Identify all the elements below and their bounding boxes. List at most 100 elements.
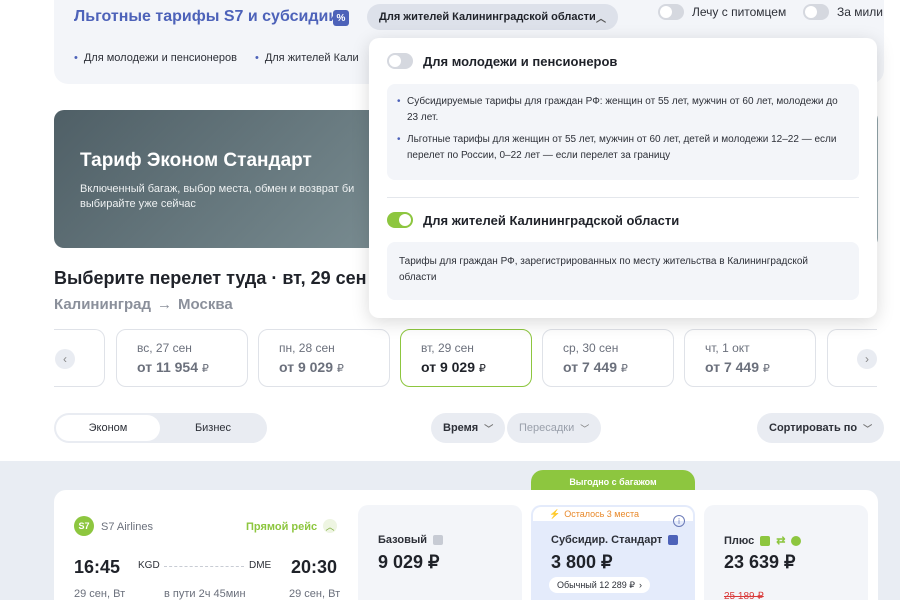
subsidy-links: Для молодежи и пенсионеров Для жителей К… bbox=[74, 52, 359, 64]
route-cities: Калининград → Москва bbox=[54, 296, 233, 313]
chevron-up-icon[interactable]: ︿ bbox=[323, 519, 337, 533]
arrival-time: 20:30 bbox=[291, 557, 338, 577]
direct-flight-label[interactable]: Прямой рейс bbox=[246, 521, 317, 533]
date-card[interactable]: вс, 27 сен от 11 954 ₽ bbox=[116, 329, 248, 387]
currency: ₽ bbox=[336, 363, 344, 375]
seats-left-text: Осталось 3 места bbox=[564, 509, 640, 519]
sort-dropdown[interactable]: Сортировать по ﹀ bbox=[757, 413, 885, 443]
departure-time: 16:45 bbox=[74, 557, 121, 577]
info-icon[interactable]: i bbox=[673, 515, 685, 527]
kaliningrad-description: Тарифы для граждан РФ, зарегистрированны… bbox=[387, 242, 859, 300]
fare-plus[interactable]: Плюс ⇄ 23 639 ₽ 25 189 ₽ bbox=[704, 505, 868, 600]
pet-toggle-switch[interactable] bbox=[658, 4, 684, 20]
fare-subsidized[interactable]: ⚡ Осталось 3 места i Субсидир. Стандарт … bbox=[531, 505, 695, 600]
youth-option[interactable]: Для молодежи и пенсионеров bbox=[387, 53, 617, 69]
date-card-selected[interactable]: вт, 29 сен от 9 029 ₽ bbox=[400, 329, 532, 387]
departure-date: 29 сен, Вт bbox=[74, 588, 126, 600]
seats-left-badge: ⚡ Осталось 3 места bbox=[533, 507, 693, 521]
kaliningrad-title: Для жителей Калининградской области bbox=[423, 212, 680, 228]
kaliningrad-option[interactable]: Для жителей Калининградской области bbox=[387, 212, 679, 228]
region-dropdown-label: Для жителей Калининградской области bbox=[379, 11, 596, 23]
s7-logo-icon: S7 bbox=[74, 516, 94, 536]
fare-plus-old-price: 25 189 ₽ bbox=[724, 591, 764, 600]
transfers-filter[interactable]: Пересадки ﹀ bbox=[507, 413, 602, 443]
date-label: вт, 29 сен bbox=[421, 341, 474, 355]
route-line bbox=[164, 566, 244, 567]
date-price: от 9 029 bbox=[279, 359, 333, 375]
fare-base-name: Базовый bbox=[378, 534, 427, 546]
arrival-date: 29 сен, Вт bbox=[289, 588, 341, 600]
miles-toggle-switch[interactable] bbox=[803, 4, 829, 20]
currency: ₽ bbox=[762, 363, 770, 375]
date-label: ср, 30 сен bbox=[563, 341, 619, 355]
time-filter[interactable]: Время ﹀ bbox=[431, 413, 506, 443]
exchange-icon: ⇄ bbox=[776, 535, 786, 547]
date-label: пн, 28 сен bbox=[279, 341, 335, 355]
youth-title: Для молодежи и пенсионеров bbox=[423, 53, 618, 69]
arrival-airport: DME bbox=[249, 560, 272, 571]
banner-description: Включенный багаж, выбор места, обмен и в… bbox=[80, 183, 355, 210]
flight-card[interactable]: S7 S7 Airlines Прямой рейс ︿ 16:45 KGD D… bbox=[54, 490, 878, 600]
youth-description: Субсидируемые тарифы для граждан РФ: жен… bbox=[387, 84, 859, 180]
subsidies-dropdown: Для молодежи и пенсионеров Субсидируемые… bbox=[369, 38, 877, 318]
currency: ₽ bbox=[201, 363, 209, 375]
subsidies-title[interactable]: Льготные тарифы S7 и субсидии bbox=[74, 8, 338, 26]
departure-airport: KGD bbox=[138, 560, 160, 571]
airline-name: S7 Airlines bbox=[101, 521, 153, 533]
transfers-filter-label: Пересадки bbox=[519, 422, 575, 434]
date-price: от 7 449 bbox=[563, 359, 617, 375]
date-price: от 9 029 bbox=[421, 359, 475, 375]
lightning-icon: ⚡ bbox=[549, 508, 561, 519]
currency: ₽ bbox=[478, 363, 486, 375]
pet-toggle-label: Лечу с питомцем bbox=[692, 5, 787, 19]
refund-icon bbox=[791, 535, 802, 546]
fare-plus-name: Плюс bbox=[724, 534, 755, 547]
class-business[interactable]: Бизнес bbox=[161, 415, 265, 441]
time-filter-label: Время bbox=[443, 422, 479, 434]
kaliningrad-toggle[interactable] bbox=[387, 212, 413, 228]
youth-toggle[interactable] bbox=[387, 53, 413, 69]
chevron-down-icon: ﹀ bbox=[863, 423, 873, 434]
date-card[interactable]: чт, 1 окт от 7 449 ₽ bbox=[684, 329, 816, 387]
banner-title: Тариф Эконом Стандарт bbox=[80, 150, 312, 171]
to-city: Москва bbox=[178, 296, 233, 313]
usual-price-pill[interactable]: Обычный 12 289 ₽ › bbox=[549, 577, 651, 593]
date-card[interactable]: ср, 30 сен от 7 449 ₽ bbox=[542, 329, 674, 387]
sort-label: Сортировать по bbox=[769, 422, 858, 434]
miles-toggle[interactable]: За мили bbox=[803, 4, 883, 20]
region-dropdown[interactable]: Для жителей Калининградской области ︿ bbox=[367, 4, 618, 30]
link-youth[interactable]: Для молодежи и пенсионеров bbox=[74, 52, 237, 64]
fare-base[interactable]: Базовый 9 029 ₽ bbox=[358, 505, 522, 600]
chevron-left-icon[interactable]: ‹ bbox=[55, 349, 75, 369]
fare-plus-price: 23 639 ₽ bbox=[724, 552, 796, 572]
no-baggage-icon bbox=[433, 535, 443, 545]
arrow-right-icon: → bbox=[157, 296, 173, 313]
fare-sub-price: 3 800 ₽ bbox=[551, 552, 613, 572]
flight-duration: в пути 2ч 45мин bbox=[164, 588, 246, 600]
chevron-down-icon: ﹀ bbox=[580, 423, 590, 434]
link-kaliningrad[interactable]: Для жителей Кали bbox=[255, 52, 359, 64]
divider bbox=[387, 197, 859, 198]
from-city: Калининград bbox=[54, 296, 152, 313]
youth-item: Субсидируемые тарифы для граждан РФ: жен… bbox=[397, 94, 845, 126]
chevron-up-icon: ︿ bbox=[596, 14, 606, 25]
youth-item: Льготные тарифы для женщин от 55 лет, му… bbox=[397, 132, 845, 164]
pet-toggle[interactable]: Лечу с питомцем bbox=[658, 4, 786, 20]
percent-icon: % bbox=[333, 10, 349, 26]
fare-base-price: 9 029 ₽ bbox=[378, 552, 440, 572]
fare-sub-name: Субсидир. Стандарт bbox=[551, 534, 663, 546]
date-label: вс, 27 сен bbox=[137, 341, 192, 355]
date-label: чт, 1 окт bbox=[705, 341, 750, 355]
date-price: от 11 954 bbox=[137, 359, 198, 375]
usual-price-text: Обычный 12 289 ₽ bbox=[557, 579, 636, 590]
chevron-right-icon[interactable]: › bbox=[857, 349, 877, 369]
baggage-icon bbox=[668, 535, 679, 545]
class-switch[interactable]: Эконом Бизнес bbox=[54, 413, 267, 443]
chevron-right-icon: › bbox=[639, 580, 643, 590]
class-economy[interactable]: Эконом bbox=[56, 415, 160, 441]
chevron-down-icon: ﹀ bbox=[484, 423, 494, 434]
date-price: от 7 449 bbox=[705, 359, 759, 375]
date-card[interactable]: пн, 28 сен от 9 029 ₽ bbox=[258, 329, 390, 387]
currency: ₽ bbox=[620, 363, 628, 375]
miles-toggle-label: За мили bbox=[837, 5, 883, 19]
